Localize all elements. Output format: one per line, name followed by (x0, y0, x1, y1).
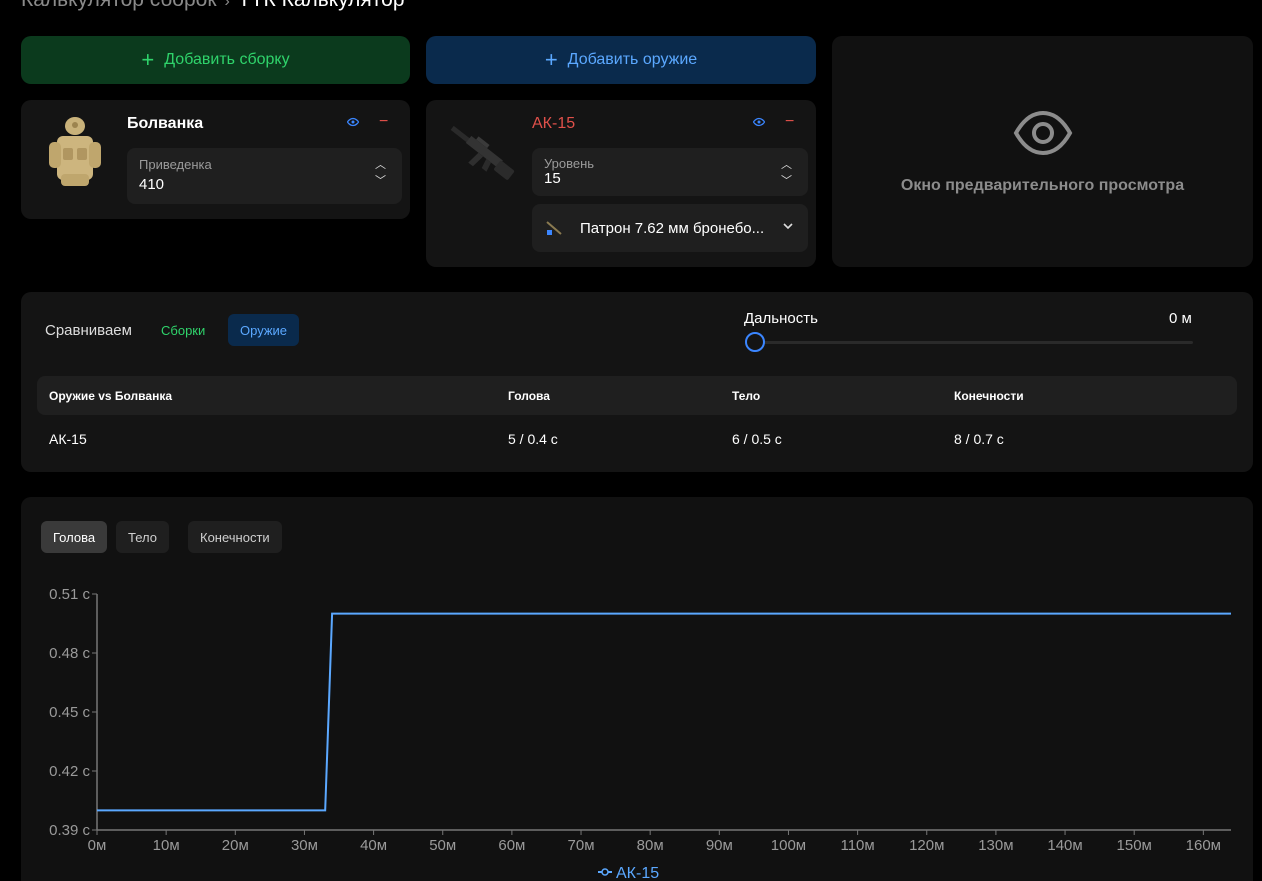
breadcrumb-parent-link[interactable]: Калькулятор сборок (21, 0, 217, 11)
x-tick-label: 20м (222, 837, 249, 854)
eye-icon (1013, 110, 1072, 155)
x-tick-label: 140м (1047, 837, 1082, 854)
legend-label: АК-15 (616, 865, 659, 881)
add-build-label: Добавить сборку (164, 51, 290, 68)
y-tick-label: 0.51 с (49, 586, 90, 603)
x-tick-label: 70м (568, 837, 595, 854)
stepper[interactable]: ︿ ﹀ (781, 158, 792, 188)
table-header-cell: Голова (508, 388, 550, 403)
chevron-down-icon[interactable]: ﹀ (375, 174, 386, 188)
range-value: 0 м (1169, 310, 1192, 327)
preview-panel: Окно предварительного просмотра (832, 36, 1253, 267)
preview-text: Окно предварительного просмотра (900, 176, 1185, 194)
range-label: Дальность (744, 310, 818, 327)
x-tick-label: 130м (978, 837, 1013, 854)
range-slider-handle[interactable] (745, 332, 765, 352)
range-slider-track[interactable] (754, 341, 1193, 344)
x-tick-label: 0м (88, 837, 107, 854)
armor-vest-icon (49, 117, 101, 186)
remove-build-icon[interactable]: − (379, 114, 388, 130)
weapon-level-field[interactable]: Уровень 15 ︿ ﹀ (532, 148, 808, 196)
rifle-icon (450, 125, 515, 180)
add-weapon-button[interactable]: + Добавить оружие (426, 36, 816, 84)
x-tick-label: 40м (360, 837, 387, 854)
x-tick-label: 30м (291, 837, 318, 854)
table-cell: 8 / 0.7 с (954, 431, 1004, 447)
x-tick-label: 160м (1186, 837, 1221, 854)
chevron-down-icon[interactable]: ﹀ (781, 174, 792, 188)
level-value: 15 (544, 170, 561, 187)
ammo-icon (546, 221, 562, 235)
y-tick-label: 0.39 с (49, 822, 90, 839)
build-card: Болванка − Приведенка 410 ︿ ﹀ (21, 100, 410, 219)
x-tick-label: 60м (498, 837, 525, 854)
x-tick-label: 80м (637, 837, 664, 854)
x-tick-label: 100м (771, 837, 806, 854)
stepper[interactable]: ︿ ﹀ (375, 158, 386, 188)
legend-marker (601, 868, 609, 876)
add-weapon-label: Добавить оружие (567, 51, 698, 68)
table-cell: 6 / 0.5 с (732, 431, 782, 447)
weapon-name: АК-15 (532, 115, 576, 132)
chevron-up-icon[interactable]: ︿ (781, 158, 792, 172)
y-tick-label: 0.45 с (49, 704, 90, 721)
table-header-cell: Оружие vs Болванка (49, 388, 172, 403)
series-line-ak15 (97, 612, 1231, 812)
table-cell: 5 / 0.4 с (508, 431, 558, 447)
eye-icon[interactable] (753, 116, 765, 128)
compare-panel: Сравниваем Сборки Оружие Дальность 0 м О… (21, 292, 1253, 472)
toggle-builds[interactable]: Сборки (149, 314, 217, 346)
x-tick-label: 110м (840, 837, 874, 854)
ammo-value: Патрон 7.62 мм бронебо... (580, 219, 765, 237)
x-tick-label: 120м (909, 837, 944, 854)
breadcrumb-separator: › (224, 0, 230, 10)
compare-label: Сравниваем (45, 322, 132, 339)
table-header-cell: Тело (732, 388, 761, 403)
table-header: Оружие vs Болванка Голова Тело Конечност… (37, 376, 1237, 415)
breadcrumb-current: ТТК Калькулятор (238, 0, 405, 11)
toggle-weapons[interactable]: Оружие (228, 314, 300, 346)
x-tick-label: 10м (153, 837, 180, 854)
y-tick-label: 0.42 с (49, 763, 90, 780)
table-row: АК-15 5 / 0.4 с 6 / 0.5 с 8 / 0.7 с (37, 420, 1237, 458)
x-tick-label: 50м (429, 837, 456, 854)
x-tick-label: 150м (1117, 837, 1152, 854)
build-name: Болванка (127, 115, 204, 132)
build-rating-field[interactable]: Приведенка 410 ︿ ﹀ (127, 148, 402, 204)
y-tick-label: 0.48 с (49, 645, 90, 662)
build-field-label: Приведенка (139, 157, 212, 172)
ttk-chart: 0.39 с 0.42 с 0.45 с 0.48 с 0.51 с 0м 10м 20м 30… (49, 586, 1231, 881)
x-tick-label: 90м (706, 837, 733, 854)
plus-icon: + (544, 47, 558, 72)
ammo-select[interactable]: Патрон 7.62 мм бронебо... (532, 204, 808, 252)
level-label: Уровень (544, 156, 595, 171)
plus-icon: + (141, 47, 155, 72)
remove-weapon-icon[interactable]: − (785, 114, 794, 130)
table-header-cell: Конечности (954, 388, 1024, 403)
add-build-button[interactable]: + Добавить сборку (21, 36, 410, 84)
chevron-down-icon (783, 223, 793, 230)
table-cell: АК-15 (49, 431, 87, 447)
breadcrumb: Калькулятор сборок › ТТК Калькулятор (21, 0, 405, 12)
chevron-up-icon[interactable]: ︿ (375, 158, 386, 172)
weapon-card: АК-15 − Уровень 15 ︿ ﹀ Патрон 7.62 мм бр… (426, 100, 816, 267)
build-field-value: 410 (139, 176, 165, 193)
chart-panel: Голова Тело Конечности 0.39 с 0.42 с 0.45 … (21, 497, 1253, 881)
eye-icon[interactable] (347, 116, 359, 128)
